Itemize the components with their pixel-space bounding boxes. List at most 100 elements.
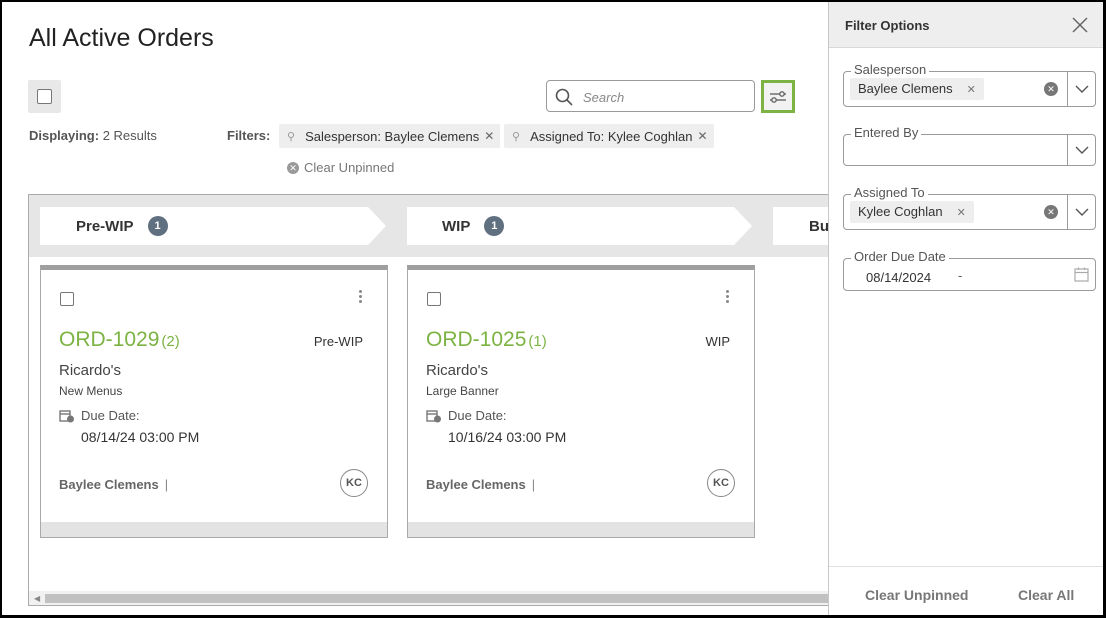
date-start-value[interactable]: 08/14/2024 bbox=[866, 270, 931, 285]
due-date-label: Due Date: bbox=[59, 408, 140, 423]
field-label: Assigned To bbox=[851, 186, 928, 200]
search-icon bbox=[555, 88, 573, 106]
filter-chip-label: Assigned To: Kylee Coghlan bbox=[530, 128, 693, 144]
stage-count-badge: 1 bbox=[484, 216, 505, 236]
salesperson-select[interactable]: Salesperson Baylee Clemens ✕ ✕ bbox=[843, 63, 1096, 107]
divider bbox=[1067, 195, 1068, 229]
customer-name: Ricardo's bbox=[426, 362, 489, 379]
displaying-label: Displaying: bbox=[29, 128, 100, 143]
filter-toggle-button[interactable] bbox=[761, 80, 795, 113]
card-checkbox[interactable] bbox=[60, 292, 74, 306]
card-stage: Pre-WIP bbox=[313, 334, 363, 349]
calendar-clock-icon bbox=[426, 409, 441, 422]
card-checkbox[interactable] bbox=[427, 292, 441, 306]
separator: | bbox=[164, 477, 169, 492]
search-input[interactable] bbox=[583, 87, 743, 107]
order-number[interactable]: ORD-1025 (1) bbox=[426, 328, 547, 352]
filter-options-panel: Filter Options Salesperson Baylee Clemen… bbox=[828, 0, 1106, 618]
checkbox-square[interactable] bbox=[37, 89, 52, 104]
search-box[interactable] bbox=[546, 80, 755, 112]
panel-footer: Clear Unpinned Clear All bbox=[829, 566, 1106, 618]
stage-name: Pre-WIP bbox=[76, 217, 134, 235]
stage-wip[interactable]: WIP 1 bbox=[442, 207, 505, 245]
due-label-text: Due Date: bbox=[448, 408, 507, 423]
divider bbox=[1067, 135, 1068, 165]
card-footer bbox=[408, 522, 754, 537]
order-id[interactable]: ORD-1025 bbox=[426, 328, 526, 351]
chevron-down-icon[interactable] bbox=[1075, 208, 1089, 217]
card-footer bbox=[41, 522, 387, 537]
tag-label: Baylee Clemens bbox=[858, 81, 953, 96]
due-label-text: Due Date: bbox=[81, 408, 140, 423]
filter-chip-assigned-to[interactable]: ⚲ Assigned To: Kylee Coghlan ✕ bbox=[504, 124, 714, 148]
due-date-value: 08/14/24 03:00 PM bbox=[81, 429, 200, 445]
selected-tag[interactable]: Baylee Clemens ✕ bbox=[850, 78, 984, 100]
pin-icon[interactable]: ⚲ bbox=[512, 130, 520, 143]
close-circle-icon: ✕ bbox=[287, 161, 299, 174]
due-date-value: 10/16/24 03:00 PM bbox=[448, 429, 567, 445]
card-stage: WIP bbox=[705, 334, 730, 349]
order-item-count: (2) bbox=[161, 333, 180, 350]
field-label: Entered By bbox=[851, 126, 922, 140]
close-icon[interactable]: ✕ bbox=[957, 207, 966, 219]
chevron-down-icon[interactable] bbox=[1075, 146, 1089, 155]
panel-title: Filter Options bbox=[845, 18, 930, 33]
filters-label: Filters: bbox=[227, 128, 271, 143]
horizontal-scrollbar[interactable]: ◀ bbox=[29, 591, 837, 605]
stage-name: Bu bbox=[809, 217, 829, 235]
order-description: Large Banner bbox=[426, 384, 499, 398]
salesperson-name: Baylee Clemens bbox=[59, 477, 159, 492]
select-all-checkbox[interactable] bbox=[28, 80, 61, 113]
order-number[interactable]: ORD-1029 (2) bbox=[59, 328, 180, 352]
stage-pre-wip[interactable]: Pre-WIP 1 bbox=[76, 207, 168, 245]
customer-name: Ricardo's bbox=[59, 362, 122, 379]
clear-selection-icon[interactable]: ✕ bbox=[1044, 82, 1058, 96]
more-vertical-icon[interactable] bbox=[359, 290, 363, 305]
filter-sliders-icon bbox=[770, 90, 786, 103]
filter-chip-salesperson[interactable]: ⚲ Salesperson: Baylee Clemens ✕ bbox=[279, 124, 501, 148]
avatar[interactable]: KC bbox=[707, 469, 735, 497]
calendar-icon[interactable] bbox=[1074, 267, 1089, 282]
clear-all-button[interactable]: Clear All bbox=[1018, 587, 1074, 603]
due-date-label: Due Date: bbox=[426, 408, 507, 423]
order-card[interactable]: ORD-1025 (1) WIP Ricardo's Large Banner D… bbox=[407, 265, 755, 538]
panel-header: Filter Options bbox=[829, 0, 1106, 48]
kanban-board: Pre-WIP 1 WIP 1 Bu ORD-1029 (2) Pre-WIP R… bbox=[28, 194, 838, 606]
order-item-count: (1) bbox=[528, 333, 547, 350]
clear-unpinned-button[interactable]: Clear Unpinned bbox=[865, 587, 968, 603]
calendar-clock-icon bbox=[59, 409, 74, 422]
chevron-down-icon[interactable] bbox=[1075, 85, 1089, 94]
scrollbar-thumb[interactable] bbox=[45, 594, 835, 603]
clear-unpinned-link[interactable]: ✕ Clear Unpinned bbox=[287, 160, 394, 175]
close-icon[interactable] bbox=[1072, 17, 1088, 33]
page-title: All Active Orders bbox=[29, 24, 214, 52]
order-card[interactable]: ORD-1029 (2) Pre-WIP Ricardo's New Menus … bbox=[40, 265, 388, 538]
stage-partial[interactable]: Bu bbox=[809, 207, 829, 245]
clear-unpinned-label: Clear Unpinned bbox=[304, 160, 395, 175]
results-count: Displaying: 2 Results bbox=[29, 128, 157, 143]
selected-tag[interactable]: Kylee Coghlan ✕ bbox=[850, 201, 974, 223]
assigned-to-select[interactable]: Assigned To Kylee Coghlan ✕ ✕ bbox=[843, 186, 1096, 230]
salesperson-name: Baylee Clemens bbox=[426, 477, 526, 492]
close-icon[interactable]: ✕ bbox=[697, 129, 707, 143]
entered-by-select[interactable]: Entered By bbox=[843, 126, 1096, 166]
order-id[interactable]: ORD-1029 bbox=[59, 328, 159, 351]
filter-chip-label: Salesperson: Baylee Clemens bbox=[305, 128, 480, 144]
divider bbox=[1067, 72, 1068, 106]
scroll-left-icon[interactable]: ◀ bbox=[34, 594, 40, 603]
stage-name: WIP bbox=[442, 217, 471, 235]
field-label: Order Due Date bbox=[851, 250, 949, 264]
card-salesperson: Baylee Clemens | bbox=[59, 477, 168, 492]
tag-label: Kylee Coghlan bbox=[858, 204, 943, 219]
close-icon[interactable]: ✕ bbox=[484, 129, 494, 143]
separator: | bbox=[531, 477, 536, 492]
pin-icon[interactable]: ⚲ bbox=[287, 130, 295, 143]
date-separator: - bbox=[958, 268, 963, 283]
more-vertical-icon[interactable] bbox=[726, 290, 730, 305]
order-description: New Menus bbox=[59, 384, 123, 398]
order-due-date-range[interactable]: Order Due Date 08/14/2024 - bbox=[843, 250, 1096, 291]
avatar[interactable]: KC bbox=[340, 469, 368, 497]
close-icon[interactable]: ✕ bbox=[967, 84, 976, 96]
clear-selection-icon[interactable]: ✕ bbox=[1044, 205, 1058, 219]
stage-count-badge: 1 bbox=[147, 216, 168, 236]
